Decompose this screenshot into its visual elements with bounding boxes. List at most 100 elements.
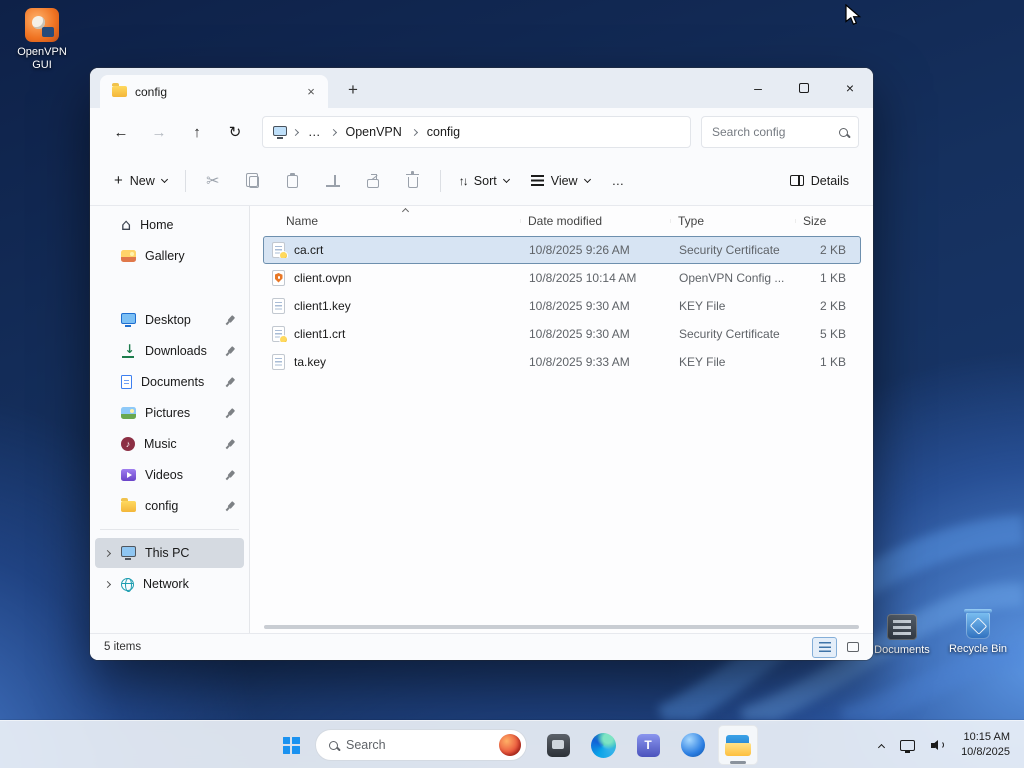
taskbar-clock[interactable]: 10:15 AM 10/8/2025 [955, 730, 1018, 761]
copy-button[interactable] [234, 164, 272, 198]
refresh-button[interactable]: ↻ [218, 116, 252, 148]
sort-button[interactable]: ↑↓ Sort [449, 164, 519, 198]
sidebar-item-videos[interactable]: Videos [95, 460, 244, 490]
view-button[interactable]: View [521, 164, 600, 198]
breadcrumb-openvpn[interactable]: OpenVPN [342, 123, 406, 141]
sidebar-spacer [90, 272, 249, 304]
item-count: 5 items [104, 641, 141, 653]
horizontal-scrollbar[interactable] [250, 621, 873, 633]
file-row[interactable]: client1.key 10/8/2025 9:30 AM KEY File 2… [263, 292, 861, 320]
breadcrumb-config[interactable]: config [423, 123, 464, 141]
share-icon [367, 179, 379, 188]
column-header-type[interactable]: Type [670, 214, 795, 228]
network-tray-button[interactable] [893, 725, 922, 765]
new-tab-button[interactable]: + [338, 76, 368, 104]
sidebar-item-config[interactable]: config [95, 491, 244, 521]
taskbar-app-file-explorer[interactable] [718, 725, 758, 765]
column-header-size[interactable]: Size [795, 214, 861, 228]
sidebar-item-gallery[interactable]: Gallery [95, 241, 244, 271]
start-button[interactable] [272, 725, 310, 765]
toolbar-divider [440, 170, 441, 192]
desktop-icon-openvpn[interactable]: OpenVPN GUI [6, 8, 78, 71]
expand-chevron-icon[interactable] [104, 580, 111, 587]
tab-config[interactable]: config × [100, 75, 328, 108]
rename-button[interactable] [314, 164, 352, 198]
file-row[interactable]: ca.crt 10/8/2025 9:26 AM Security Certif… [263, 236, 861, 264]
sidebar-item-home[interactable]: ⌂ Home [95, 210, 244, 240]
file-row[interactable]: client1.crt 10/8/2025 9:30 AM Security C… [263, 320, 861, 348]
pin-icon [221, 497, 239, 515]
taskbar-app-copilot[interactable] [673, 725, 713, 765]
sidebar-item-network[interactable]: Network [95, 569, 244, 599]
column-header-name[interactable]: Name [263, 214, 520, 228]
videos-icon [121, 469, 136, 481]
forward-button[interactable]: → [142, 116, 176, 148]
show-hidden-icons-button[interactable] [872, 725, 891, 765]
desktop-icon-recycle-bin[interactable]: Recycle Bin [942, 612, 1014, 656]
details-pane-button[interactable]: Details [780, 164, 859, 198]
up-button[interactable]: ↑ [180, 116, 214, 148]
volume-tray-button[interactable] [924, 725, 953, 765]
breadcrumb-ellipsis[interactable]: … [304, 123, 325, 141]
chevron-right-icon [292, 128, 299, 135]
details-view-toggle[interactable] [812, 637, 837, 658]
navigation-bar: ← → ↑ ↻ … OpenVPN config [90, 108, 873, 156]
more-options-button[interactable]: … [602, 164, 635, 198]
sidebar-item-pictures[interactable]: Pictures [95, 398, 244, 428]
copy-icon [249, 176, 259, 188]
pin-icon [221, 373, 239, 391]
command-bar: + New ✂ ↑↓ Sort View … Details [90, 156, 873, 206]
expand-chevron-icon[interactable] [104, 549, 111, 556]
sidebar-item-label: Downloads [145, 344, 207, 358]
large-icons-view-toggle[interactable] [840, 637, 865, 658]
sidebar-item-downloads[interactable]: ↓ Downloads [95, 336, 244, 366]
file-row[interactable]: client.ovpn 10/8/2025 10:14 AM OpenVPN C… [263, 264, 861, 292]
file-date: 10/8/2025 9:30 AM [521, 299, 671, 313]
taskbar-search[interactable] [315, 729, 527, 761]
taskbar-app-teams[interactable]: T [628, 725, 668, 765]
downloads-icon: ↓ [121, 344, 136, 358]
chevron-down-icon [161, 175, 168, 182]
sidebar-item-documents[interactable]: Documents [95, 367, 244, 397]
search-input[interactable] [712, 125, 833, 139]
taskbar-search-input[interactable] [346, 738, 491, 752]
share-button[interactable] [354, 164, 392, 198]
trash-icon [408, 177, 418, 188]
openvpn-app-icon [25, 8, 59, 42]
taskbar-app-edge[interactable] [583, 725, 623, 765]
file-row[interactable]: ta.key 10/8/2025 9:33 AM KEY File 1 KB [263, 348, 861, 376]
maximize-button[interactable] [781, 68, 827, 108]
desktop-icon-label: Documents [866, 644, 938, 657]
paste-button[interactable] [274, 164, 312, 198]
folder-icon [112, 86, 127, 97]
scrollbar-thumb[interactable] [264, 625, 859, 629]
file-type: Security Certificate [671, 327, 796, 341]
sidebar-item-label: Music [144, 437, 177, 451]
taskbar-app-snipping[interactable] [538, 725, 578, 765]
column-header-date[interactable]: Date modified [520, 214, 670, 228]
sidebar-item-desktop[interactable]: Desktop [95, 305, 244, 335]
blue-sphere-app-icon [681, 733, 705, 757]
file-type: OpenVPN Config ... [671, 271, 796, 285]
delete-button[interactable] [394, 164, 432, 198]
view-lines-icon [531, 175, 544, 186]
desktop-icon-documents[interactable]: Documents [866, 614, 938, 657]
sort-arrows-icon: ↑↓ [459, 174, 467, 188]
back-button[interactable]: ← [104, 116, 138, 148]
desktop-icon-label: Recycle Bin [942, 643, 1014, 656]
pin-icon [221, 311, 239, 329]
close-button[interactable]: × [827, 68, 873, 108]
sidebar-item-music[interactable]: ♪ Music [95, 429, 244, 459]
minimize-button[interactable]: – [735, 68, 781, 108]
search-icon [329, 741, 338, 750]
search-box[interactable] [701, 116, 859, 148]
address-bar[interactable]: … OpenVPN config [262, 116, 691, 148]
file-date: 10/8/2025 9:33 AM [521, 355, 671, 369]
this-pc-icon [273, 126, 287, 136]
sidebar-item-label: Network [143, 577, 189, 591]
sidebar-item-this-pc[interactable]: This PC [95, 538, 244, 568]
cut-button[interactable]: ✂ [194, 164, 232, 198]
new-button[interactable]: + New [104, 164, 177, 198]
ellipsis-icon: … [612, 174, 625, 188]
tab-close-icon[interactable]: × [300, 81, 322, 103]
